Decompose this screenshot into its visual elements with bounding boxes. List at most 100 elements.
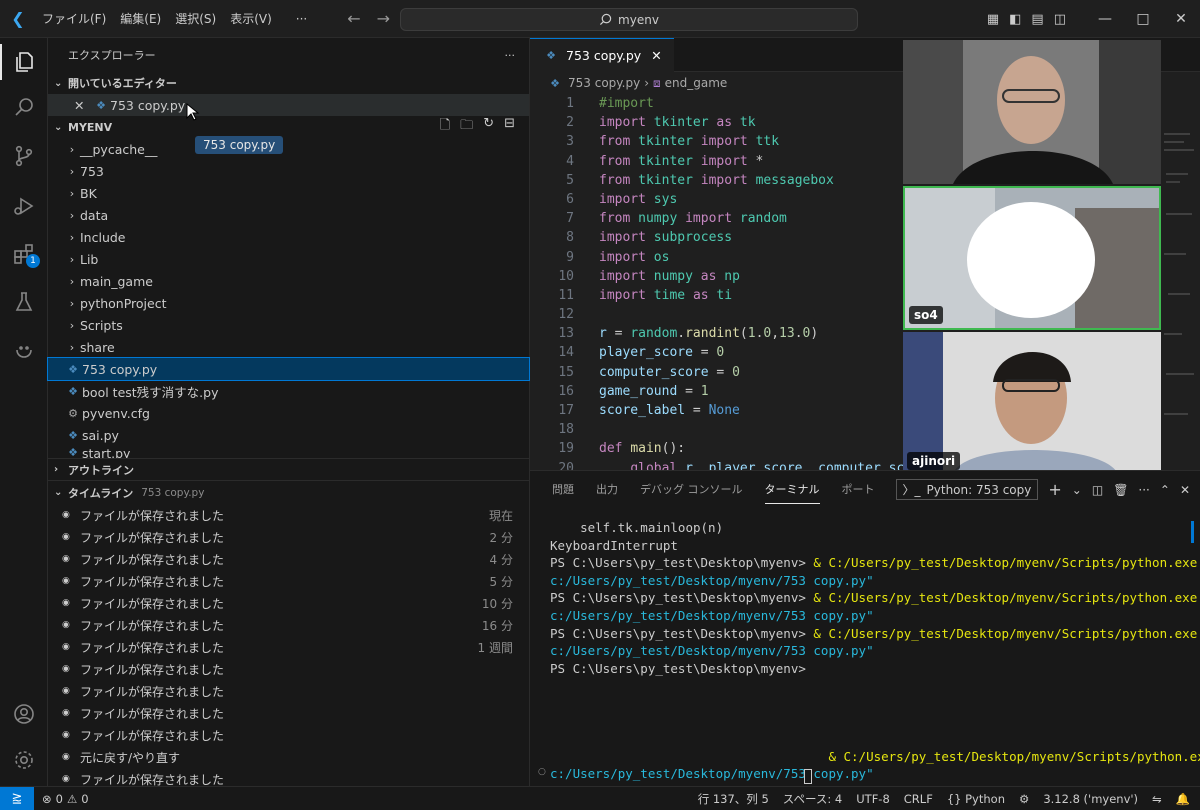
timeline-dot-icon: ◉ xyxy=(62,510,70,520)
tab-debug-console[interactable]: デバッグ コンソール xyxy=(640,481,743,497)
forward-arrow-icon[interactable]: → xyxy=(377,9,390,28)
timeline-entry[interactable]: ◉ ファイルが保存されました 2 分 xyxy=(48,526,529,548)
explorer-more-button[interactable]: ··· xyxy=(505,49,516,62)
terminal-output[interactable]: self.tk.mainloop(n) KeyboardInterrupt PS C… xyxy=(550,519,1200,801)
timeline-entry[interactable]: ◉ ファイルが保存されました 10 分 xyxy=(48,592,529,614)
folder-item[interactable]: › main_game xyxy=(48,270,529,292)
timeline-entry[interactable]: ◉ ファイルが保存されました 現在 xyxy=(48,504,529,526)
tab-problems[interactable]: 問題 xyxy=(552,481,574,497)
new-file-icon[interactable]: 🗋 xyxy=(440,116,450,138)
folder-item[interactable]: › Lib xyxy=(48,248,529,270)
timeline-entry[interactable]: ◉ ファイルが保存されました xyxy=(48,724,529,746)
close-panel-icon[interactable]: ✕ xyxy=(1180,483,1190,497)
chevron-down-icon[interactable]: ⌄ xyxy=(1072,483,1082,497)
new-folder-icon[interactable]: 🗀 xyxy=(460,116,473,138)
timeline-dot-icon: ◉ xyxy=(62,752,70,762)
language-mode[interactable]: {} Python xyxy=(947,792,1005,806)
tab-terminal[interactable]: ターミナル xyxy=(764,481,820,504)
folder-item[interactable]: › Include xyxy=(48,226,529,248)
folder-item[interactable]: › 753 xyxy=(48,160,529,182)
file-item[interactable]: ❖ start.py xyxy=(48,446,529,458)
toggle-panel-icon[interactable]: ▤ xyxy=(1031,12,1043,27)
tab-output[interactable]: 出力 xyxy=(596,481,618,497)
timeline-entry[interactable]: ◉ ファイルが保存されました 4 分 xyxy=(48,548,529,570)
trash-icon[interactable]: 🗑 xyxy=(1113,483,1128,497)
timeline-entry[interactable]: ◉ ファイルが保存されました xyxy=(48,658,529,680)
folder-item[interactable]: › pythonProject xyxy=(48,292,529,314)
manage-gear-icon[interactable] xyxy=(0,742,48,778)
timeline-entry[interactable]: ◉ ファイルが保存されました 1 週間 xyxy=(48,636,529,658)
panel-more-icon[interactable]: ··· xyxy=(1138,483,1149,497)
command-center-search[interactable]: myenv xyxy=(400,8,858,31)
cursor-position[interactable]: 行 137、列 5 xyxy=(698,791,769,807)
terminal-selector[interactable]: 〉_ Python: 753 copy xyxy=(895,479,1039,500)
close-icon[interactable]: ✕ xyxy=(651,48,661,63)
account-icon[interactable] xyxy=(0,696,48,732)
breadcrumb-symbol[interactable]: end_game xyxy=(665,76,728,90)
file-item[interactable]: ❖ sai.py xyxy=(48,424,529,446)
folder-item[interactable]: › BK xyxy=(48,182,529,204)
indentation[interactable]: スペース: 4 xyxy=(783,791,842,807)
menu-file[interactable]: ファイル(F) xyxy=(42,10,106,27)
collapse-all-icon[interactable]: ⊟ xyxy=(504,116,515,138)
error-icon: ⊗ xyxy=(42,791,52,806)
menu-view[interactable]: 表示(V) xyxy=(230,10,272,27)
toggle-secondary-sidebar-icon[interactable]: ◫ xyxy=(1054,12,1066,27)
workspace-header[interactable]: ⌄ MYENV 🗋 🗀 ↻ ⊟ xyxy=(48,116,529,138)
file-item[interactable]: ⚙ pyvenv.cfg xyxy=(48,402,529,424)
timeline-header[interactable]: ⌄ タイムライン 753 copy.py xyxy=(48,480,529,504)
remote-icon[interactable]: ⪎ xyxy=(0,786,34,810)
timeline-entry[interactable]: ◉ ファイルが保存されました xyxy=(48,680,529,702)
editor-tab[interactable]: ❖ 753 copy.py ✕ xyxy=(530,38,674,72)
timeline-entry[interactable]: ◉ ファイルが保存されました 16 分 xyxy=(48,614,529,636)
breadcrumb-file[interactable]: 753 copy.py xyxy=(568,76,640,90)
customize-layout-icon[interactable]: ▦ xyxy=(987,12,999,27)
minimize-button[interactable]: — xyxy=(1086,11,1124,27)
terminal-command: & C:/Users/py_test/Desktop/myenv/Scripts… xyxy=(813,555,1200,571)
toggle-sidebar-icon[interactable]: ◧ xyxy=(1009,12,1021,27)
folder-item[interactable]: › data xyxy=(48,204,529,226)
copilot-icon[interactable] xyxy=(0,332,48,368)
notifications-bell-icon[interactable]: 🔔 xyxy=(1176,792,1190,806)
split-terminal-icon[interactable]: ◫ xyxy=(1092,483,1103,497)
close-icon[interactable]: ✕ xyxy=(74,98,92,113)
new-terminal-icon[interactable]: + xyxy=(1048,480,1061,499)
timeline-dot-icon: ◉ xyxy=(62,664,70,674)
python-interpreter[interactable]: 3.12.8 ('myenv') xyxy=(1043,792,1138,806)
maximize-button[interactable]: □ xyxy=(1124,11,1162,27)
folder-item[interactable]: › share xyxy=(48,336,529,358)
explorer-icon[interactable] xyxy=(0,44,48,80)
menu-more-button[interactable]: ··· xyxy=(296,12,307,26)
source-control-icon[interactable] xyxy=(0,138,48,174)
timeline-entry[interactable]: ◉ ファイルが保存されました xyxy=(48,702,529,724)
folder-item[interactable]: › Scripts xyxy=(48,314,529,336)
minimap[interactable] xyxy=(1160,94,1200,470)
copilot-status-icon[interactable]: ⚙ xyxy=(1019,792,1029,806)
file-item[interactable]: ❖ 753 copy.py xyxy=(47,357,530,381)
eol[interactable]: CRLF xyxy=(904,792,933,806)
extensions-icon[interactable]: 1 xyxy=(0,236,48,272)
line-number: 7 xyxy=(566,211,574,227)
problems-status[interactable]: ⊗ 0 ⚠ 0 xyxy=(42,792,89,806)
file-item[interactable]: ❖ bool test残す消すな.py xyxy=(48,380,529,402)
scrollbar-thumb[interactable] xyxy=(1191,521,1194,543)
live-share-icon[interactable]: ⇋ xyxy=(1152,792,1162,806)
maximize-panel-icon[interactable]: ⌃ xyxy=(1160,483,1170,497)
open-editor-item[interactable]: ✕ ❖ 753 copy.py xyxy=(48,94,529,116)
timeline-entry[interactable]: ◉ 元に戻す/やり直す xyxy=(48,746,529,768)
search-view-icon[interactable] xyxy=(0,89,48,125)
run-debug-icon[interactable] xyxy=(0,188,48,224)
menu-edit[interactable]: 編集(E) xyxy=(120,10,161,27)
encoding[interactable]: UTF-8 xyxy=(856,792,890,806)
close-window-button[interactable]: ✕ xyxy=(1162,11,1200,27)
timeline-entry[interactable]: ◉ ファイルが保存されました 5 分 xyxy=(48,570,529,592)
back-arrow-icon[interactable]: ← xyxy=(347,9,360,28)
code-text: from tkinter import * xyxy=(599,153,764,169)
open-editors-header[interactable]: ⌄ 開いているエディター xyxy=(48,72,529,94)
outline-header[interactable]: › アウトライン xyxy=(48,458,529,480)
testing-icon[interactable] xyxy=(0,284,48,320)
folder-item[interactable]: › __pycache__ xyxy=(48,138,529,160)
tab-ports[interactable]: ポート xyxy=(842,481,875,497)
menu-selection[interactable]: 選択(S) xyxy=(175,10,216,27)
refresh-icon[interactable]: ↻ xyxy=(483,116,494,138)
